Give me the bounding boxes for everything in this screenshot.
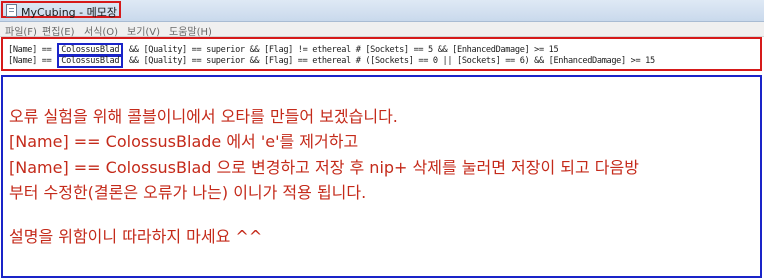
- menu-view[interactable]: 보기(V): [127, 23, 160, 38]
- message-line-5: 설명을 위함이니 따라하지 마세요 ^^: [9, 227, 263, 246]
- menu-file[interactable]: 파일(F): [5, 23, 37, 38]
- message-line-3: [Name] == ColossusBlad 으로 변경하고 저장 후 nip+…: [9, 158, 639, 177]
- message-line-4: 부터 수정한(결론은 오류가 나는) 이니가 적용 됩니다.: [9, 183, 367, 202]
- code-line-2-name-highlight: ColossusBlad: [57, 54, 124, 68]
- code-highlight-box: [Name] == ColossusBlad && [Quality] == s…: [1, 37, 762, 71]
- message-line-1: 오류 실험을 위해 콜블이니에서 오타를 만들어 보겠습니다.: [9, 107, 398, 126]
- menu-bar: 파일(F) 편집(E) 서식(O) 보기(V) 도움말(H): [0, 22, 764, 38]
- menu-format[interactable]: 서식(O): [84, 23, 118, 38]
- message-line-2: [Name] == ColossusBlade 에서 'e'를 제거하고: [9, 132, 359, 151]
- menu-edit[interactable]: 편집(E): [42, 23, 75, 38]
- notepad-icon: [6, 4, 17, 17]
- code-line-1-suffix: && [Quality] == superior && [Flag] != et…: [128, 45, 559, 55]
- code-line-1-prefix: [Name] ==: [8, 45, 52, 55]
- title-bar: MyCubing - 메모장: [0, 0, 764, 22]
- code-line-2: [Name] == ColossusBlad && [Quality] == s…: [8, 54, 655, 68]
- message-box: 오류 실험을 위해 콜블이니에서 오타를 만들어 보겠습니다. [Name] =…: [1, 75, 762, 278]
- window-title: MyCubing - 메모장: [21, 6, 117, 19]
- code-line-2-prefix: [Name] ==: [8, 56, 52, 66]
- menu-help[interactable]: 도움말(H): [169, 23, 212, 38]
- code-line-2-suffix: && [Quality] == superior && [Flag] == et…: [128, 56, 655, 66]
